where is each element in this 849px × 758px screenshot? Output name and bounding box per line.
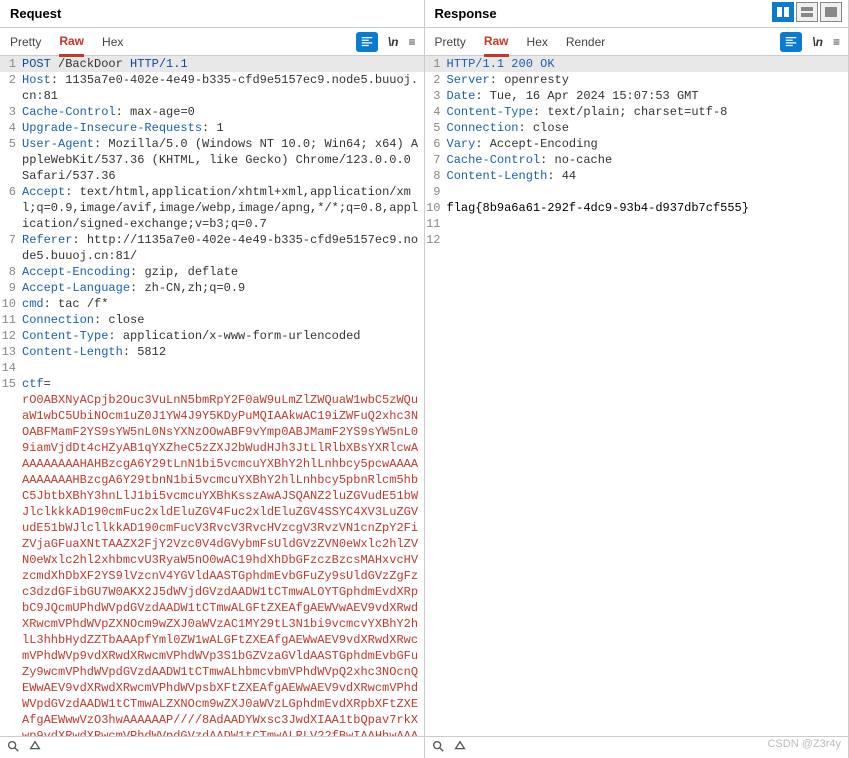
search-icon[interactable] <box>6 739 20 756</box>
tab-hex[interactable]: Hex <box>102 29 123 55</box>
request-tabs: Pretty Raw Hex \n ≡ <box>0 28 424 56</box>
layout-single-button[interactable] <box>820 2 842 22</box>
prettify-icon[interactable] <box>356 32 378 52</box>
request-editor[interactable]: 1POST /BackDoor HTTP/1.12Host: 1135a7e0-… <box>0 56 424 736</box>
tab-pretty[interactable]: Pretty <box>10 29 41 55</box>
tab-hex-response[interactable]: Hex <box>527 29 548 55</box>
tab-render-response[interactable]: Render <box>566 29 605 55</box>
response-bottom-bar <box>425 736 849 758</box>
highlight-icon-response[interactable] <box>453 739 467 756</box>
layout-vertical-button[interactable] <box>796 2 818 22</box>
layout-horizontal-button[interactable] <box>772 2 794 22</box>
newline-icon-response[interactable]: \n <box>812 35 823 49</box>
tab-pretty-response[interactable]: Pretty <box>435 29 466 55</box>
request-title: Request <box>10 6 61 21</box>
response-header: Response <box>425 0 849 28</box>
prettify-icon-response[interactable] <box>780 32 802 52</box>
tab-raw-response[interactable]: Raw <box>484 28 509 57</box>
newline-icon[interactable]: \n <box>388 35 399 49</box>
response-editor[interactable]: 1HTTP/1.1 200 OK2Server: openresty3Date:… <box>425 56 849 736</box>
request-bottom-bar <box>0 736 424 758</box>
response-tabs: Pretty Raw Hex Render \n ≡ <box>425 28 849 56</box>
options-menu-icon[interactable]: ≡ <box>408 35 415 49</box>
response-panel: Response Pretty Raw Hex Render \n ≡ 1HTT… <box>425 0 849 758</box>
options-menu-icon-response[interactable]: ≡ <box>833 35 840 49</box>
request-header: Request <box>0 0 424 28</box>
response-title: Response <box>435 6 497 21</box>
tab-raw[interactable]: Raw <box>59 28 84 57</box>
highlight-icon[interactable] <box>28 739 42 756</box>
search-icon-response[interactable] <box>431 739 445 756</box>
layout-buttons <box>772 2 842 22</box>
request-panel: Request Pretty Raw Hex \n ≡ 1POST /BackD… <box>0 0 425 758</box>
